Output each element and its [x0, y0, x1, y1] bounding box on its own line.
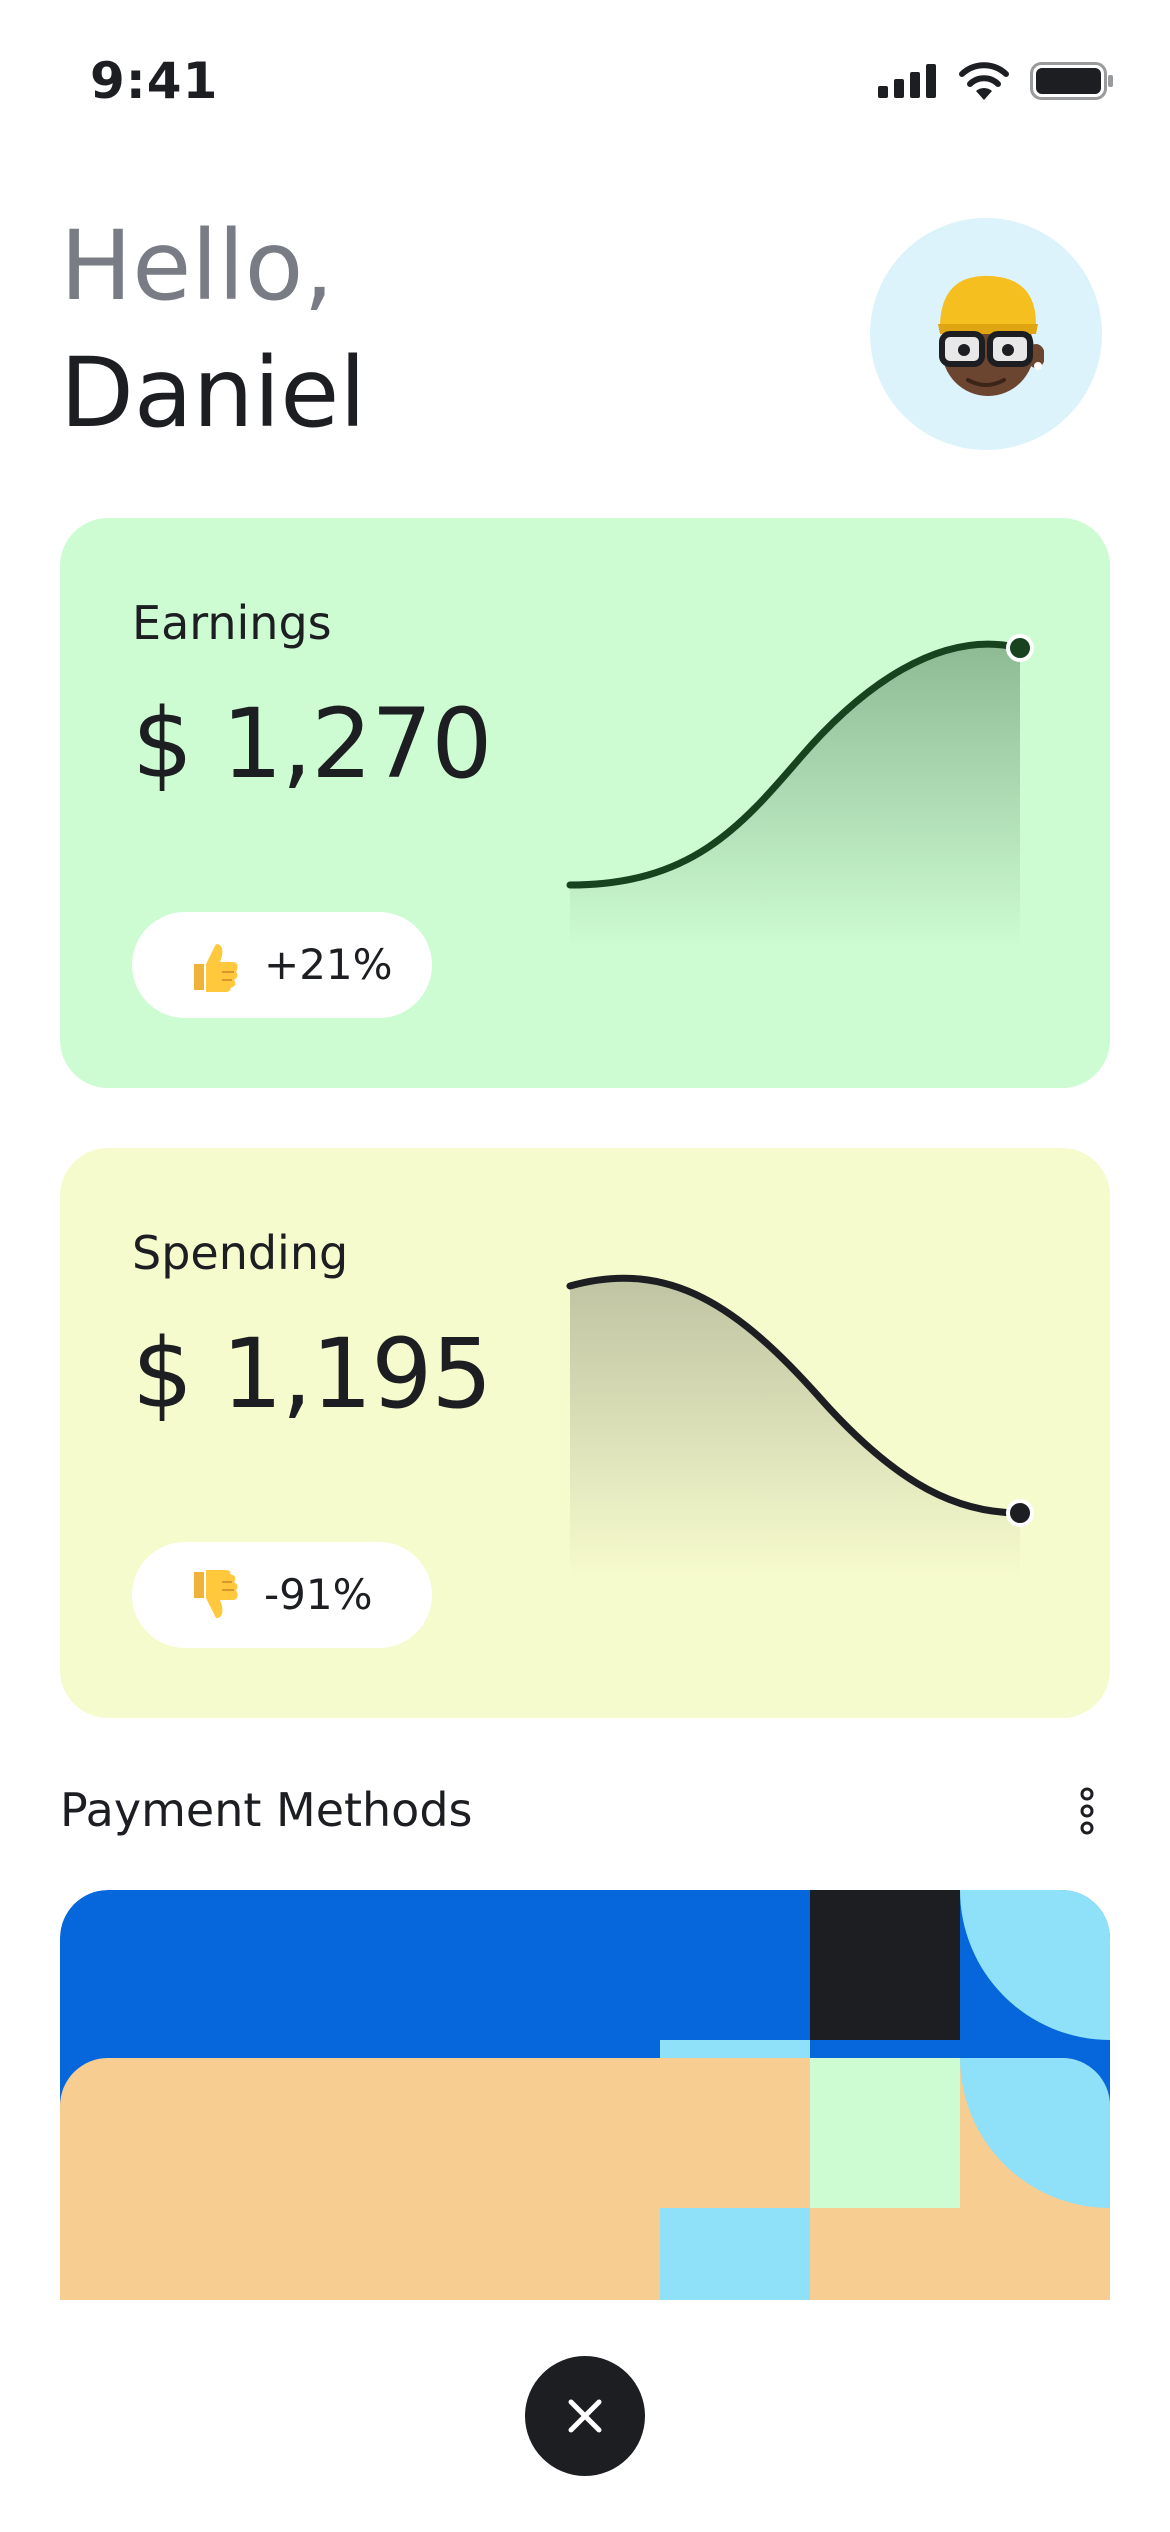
greeting-hello: Hello,	[60, 210, 334, 322]
payment-methods-title: Payment Methods	[60, 1783, 473, 1837]
earnings-trend-end-point	[1006, 634, 1034, 662]
status-time: 9:41	[90, 52, 219, 110]
earnings-label: Earnings	[132, 596, 332, 650]
thumbs-up-icon	[194, 944, 238, 992]
wifi-icon	[959, 62, 1009, 100]
cellular-signal-icon	[878, 64, 936, 98]
earnings-change: +21%	[264, 940, 393, 989]
more-vertical-icon[interactable]	[1070, 1786, 1104, 1836]
earnings-trend-chart	[566, 634, 1034, 948]
earnings-value: $ 1,270	[132, 688, 492, 800]
spending-trend-end-point	[1006, 1499, 1034, 1527]
spending-label: Spending	[132, 1226, 349, 1280]
avatar[interactable]	[870, 218, 1102, 450]
spending-trend-chart	[566, 1274, 1034, 1578]
earnings-change-badge: +21%	[132, 912, 432, 1018]
spending-change-badge: -91%	[132, 1542, 432, 1648]
spending-card[interactable]: Spending $ 1,195 -91%	[60, 1148, 1110, 1718]
thumbs-down-icon	[194, 1570, 238, 1618]
spending-change: -91%	[264, 1570, 373, 1619]
payment-card-stack[interactable]	[60, 1890, 1110, 2300]
greeting-name: Daniel	[60, 337, 366, 449]
spending-value: $ 1,195	[132, 1318, 492, 1430]
battery-icon	[1030, 62, 1113, 100]
payment-card-artwork	[60, 1890, 1110, 2300]
status-bar: 9:41	[0, 0, 1170, 160]
earnings-card[interactable]: Earnings $ 1,270 +21%	[60, 518, 1110, 1088]
close-icon	[568, 2399, 602, 2433]
earnings-trend-area	[570, 644, 1020, 948]
close-button[interactable]	[525, 2356, 645, 2476]
memoji-avatar	[938, 275, 1044, 396]
spending-trend-area	[570, 1278, 1020, 1578]
